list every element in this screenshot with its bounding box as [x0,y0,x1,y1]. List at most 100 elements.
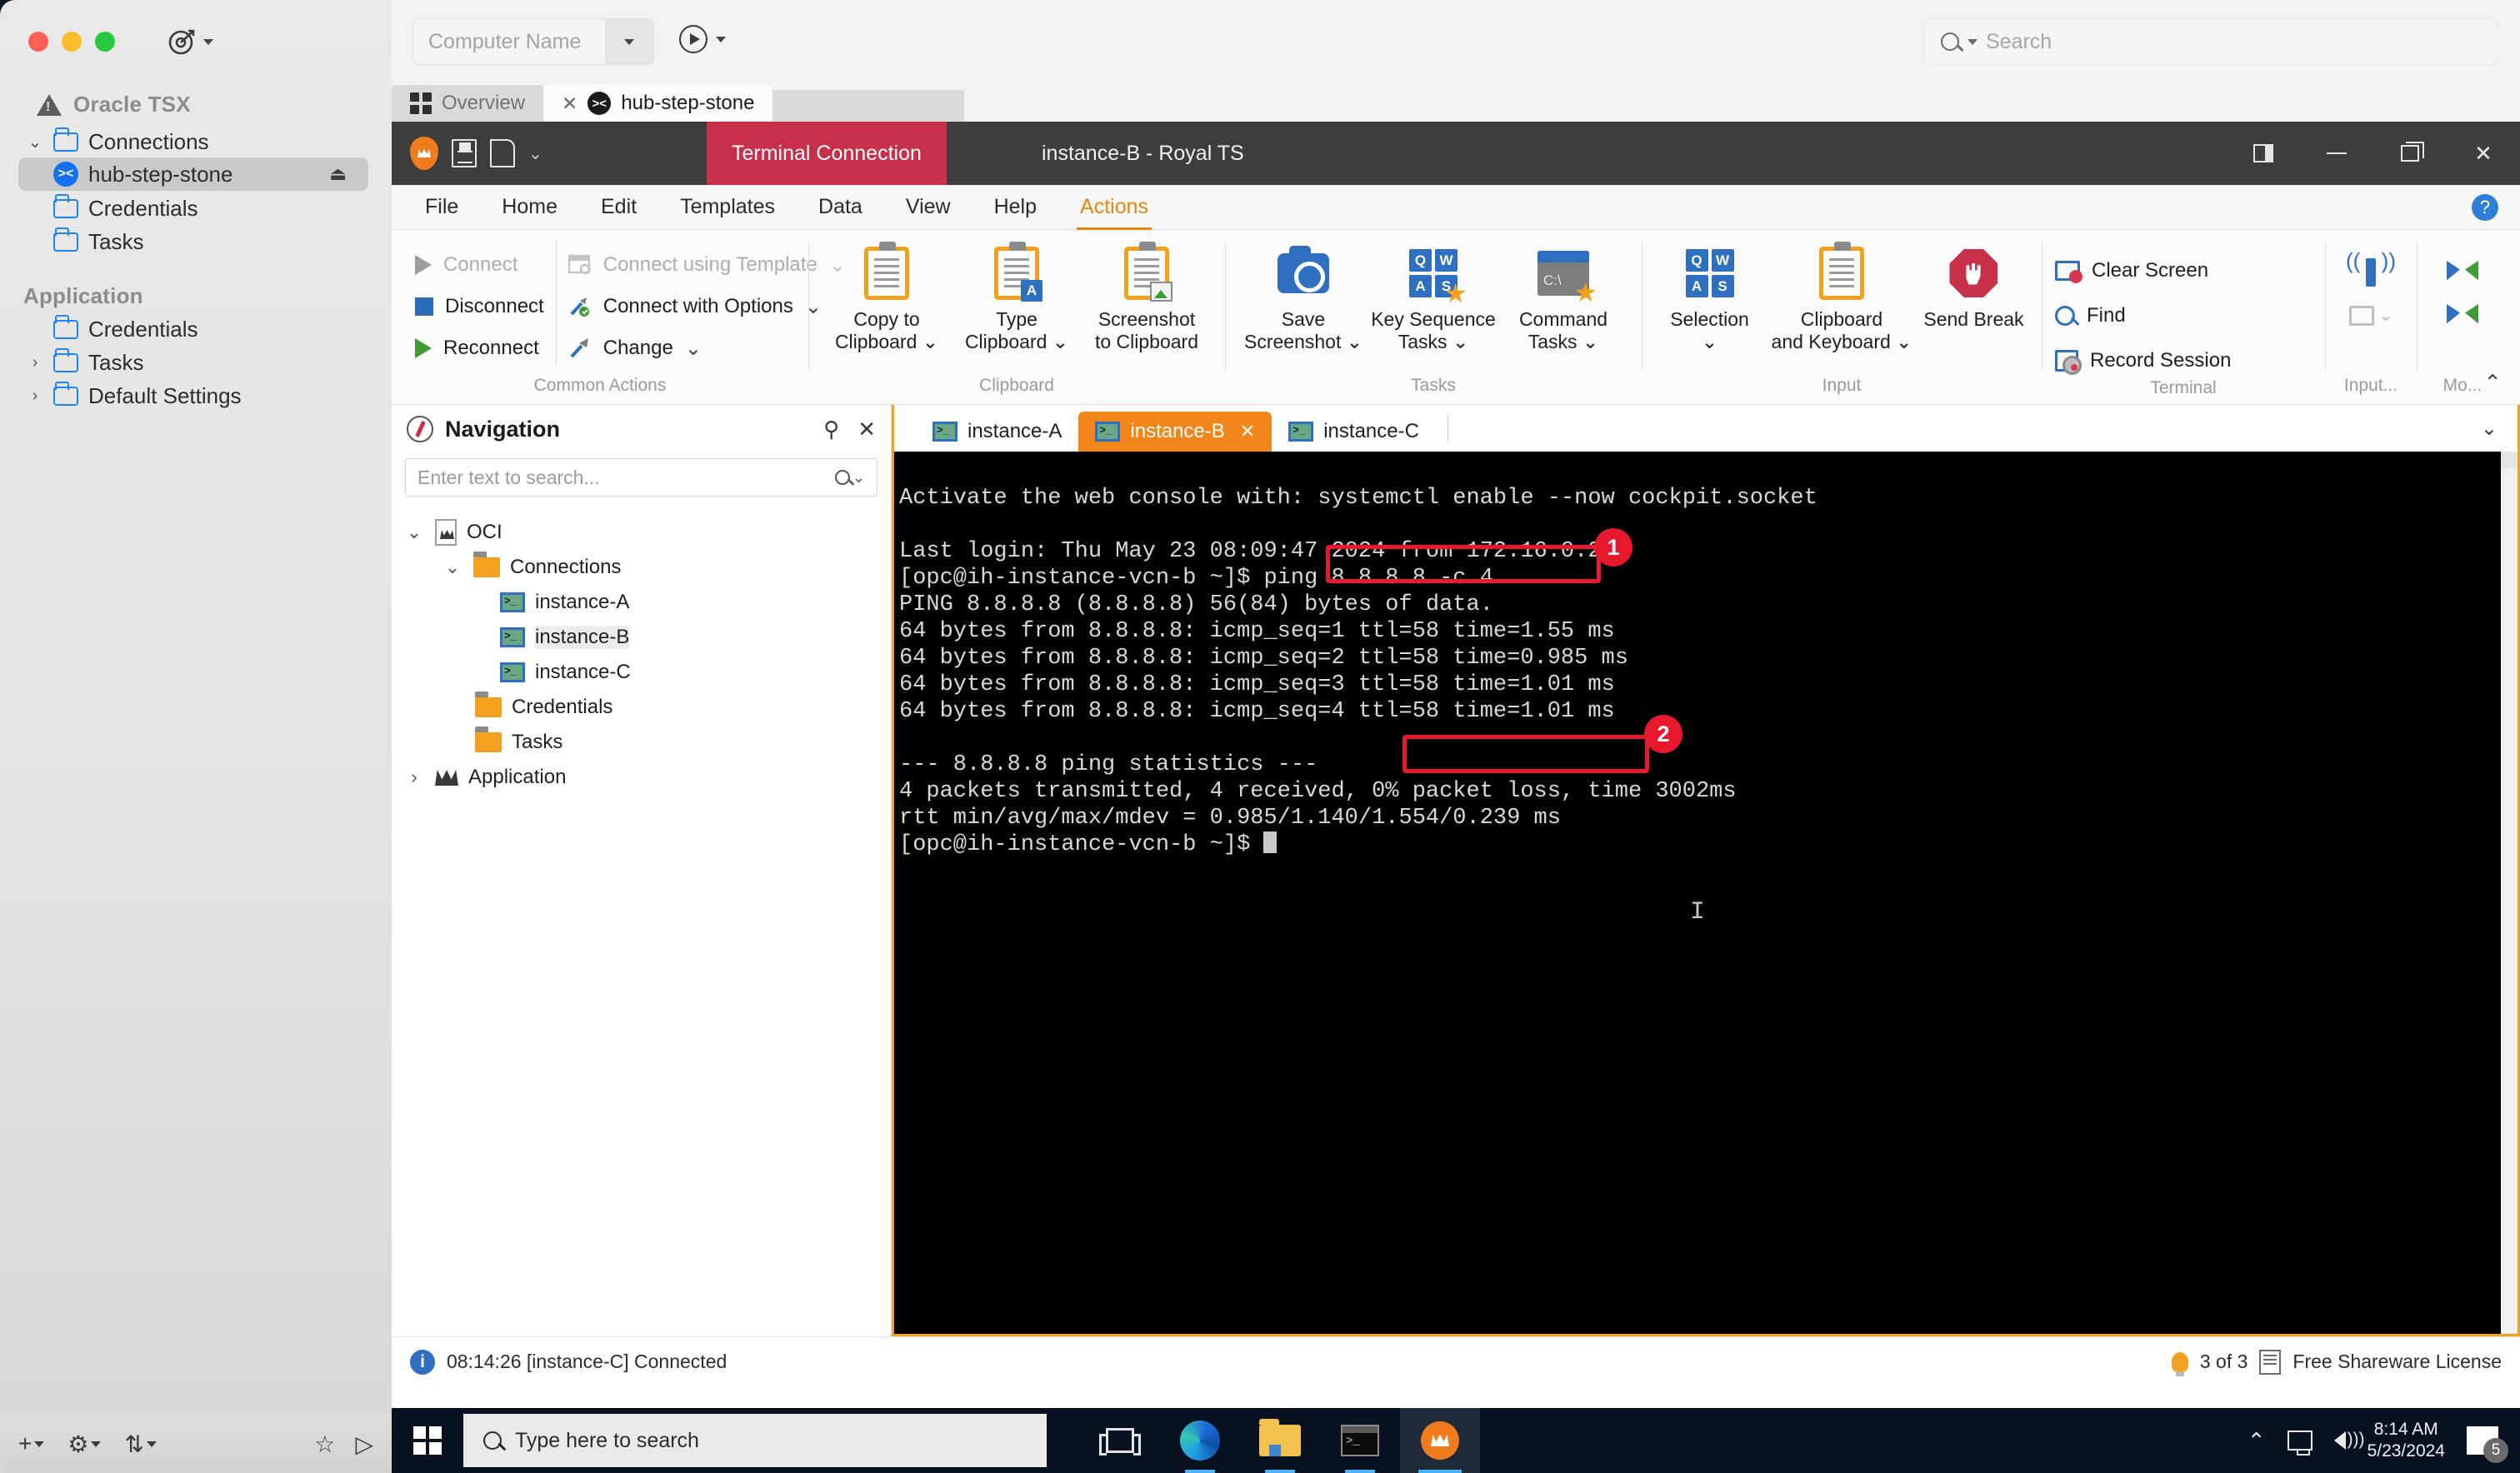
chevron-down-icon[interactable] [716,36,726,42]
taskbar-search-input[interactable]: Type here to search [463,1414,1047,1467]
new-document-icon[interactable] [490,139,515,167]
sidebar-item-hub-step-stone[interactable]: >< hub-step-stone ⏏ [18,157,368,191]
tree-node-instance-a[interactable]: instance-A [392,585,891,620]
sidebar-item-default-settings[interactable]: › Default Settings [18,379,368,412]
save-icon[interactable] [452,139,477,167]
target-menu-button[interactable] [167,27,213,57]
add-button[interactable]: + [18,1431,45,1457]
connect-with-options-button[interactable]: Connect with Options ⌄ [568,290,846,323]
chevron-up-icon[interactable]: ⌃ [2248,1428,2266,1454]
menu-edit[interactable]: Edit [579,185,658,230]
menu-data[interactable]: Data [797,185,884,230]
menu-help[interactable]: Help [972,185,1058,230]
start-button[interactable] [392,1408,463,1473]
tree-node-credentials[interactable]: Credentials [392,690,891,725]
tree-node-application[interactable]: › Application [392,760,891,795]
bowtie-icon[interactable] [2447,258,2478,283]
search-input[interactable]: Search [1923,18,2498,65]
tab-hub-step-stone[interactable]: ✕ >< hub-step-stone [543,85,773,122]
close-button[interactable]: ✕ [2447,122,2520,185]
sidebar-item-app-tasks[interactable]: › Tasks [18,346,368,379]
menu-file[interactable]: File [403,185,480,230]
minimize-window-button[interactable] [62,32,82,52]
taskbar-app-file-explorer[interactable] [1240,1408,1320,1473]
help-icon[interactable]: ? [2472,193,2498,221]
chevron-right-icon[interactable]: › [27,353,43,372]
pin-icon[interactable]: ⚲ [823,417,839,442]
connect-run-button[interactable] [679,25,726,53]
chevron-down-icon[interactable]: ⌄ [528,143,542,164]
type-clipboard-button[interactable]: A Type Clipboard ⌄ [952,240,1082,353]
find-button[interactable]: Find [2055,298,2312,333]
connect-using-template-button[interactable]: Connect using Template ⌄ [568,248,846,282]
taskbar-app-royalts[interactable] [1400,1408,1480,1473]
chevron-down-icon[interactable]: ⌄ [403,522,425,543]
chevron-right-icon[interactable]: › [403,766,425,788]
play-button[interactable]: ▷ [355,1431,373,1458]
selection-button[interactable]: QWAS Selection ⌄ [1653,240,1766,353]
menu-view[interactable]: View [884,185,972,230]
gear-button[interactable]: ⚙ [68,1431,102,1458]
session-tab-instance-a[interactable]: instance-A [916,412,1078,452]
panel-toggle-button[interactable] [2227,122,2300,185]
tree-node-oci[interactable]: ⌄ OCI [392,515,891,550]
terminal-scrollbar[interactable] [2501,452,2518,1334]
favorite-star-button[interactable]: ☆ [314,1431,335,1458]
chevron-down-icon[interactable]: ⌄ [2481,417,2518,441]
restore-button[interactable] [2373,122,2447,185]
maximize-window-button[interactable] [95,32,115,52]
task-view-button[interactable] [1080,1408,1160,1473]
save-screenshot-button[interactable]: Save Screenshot ⌄ [1238,240,1368,353]
close-window-button[interactable] [28,32,48,52]
sidebar-item-app-credentials[interactable]: Credentials [18,312,368,346]
navigation-search-input[interactable]: Enter text to search... ⌄ [405,458,878,497]
scroll-up-arrow[interactable] [2501,452,2518,468]
transfer-button[interactable]: ⇅ [124,1431,157,1458]
notifications-button[interactable]: 5 [2467,1426,2508,1463]
command-tasks-button[interactable]: C:\ ★ Command Tasks ⌄ [1498,240,1628,353]
terminal-output[interactable]: Activate the web console with: systemctl… [894,452,2518,1334]
copy-to-clipboard-button[interactable]: Copy to Clipboard ⌄ [822,240,952,353]
network-icon[interactable] [2287,1431,2312,1456]
clear-screen-button[interactable]: Clear Screen [2055,253,2312,288]
menu-templates[interactable]: Templates [658,185,797,230]
sidebar-item-connections[interactable]: ⌄ Connections [18,125,368,158]
menu-actions[interactable]: Actions [1058,185,1170,230]
close-icon[interactable]: ✕ [562,92,578,115]
send-break-button[interactable]: Send Break [1918,240,2030,331]
reconnect-button[interactable]: Reconnect [415,332,544,365]
change-button[interactable]: Change ⌄ [568,332,846,365]
disconnect-button[interactable]: Disconnect [415,290,544,323]
tree-node-instance-c[interactable]: instance-C [392,655,891,690]
record-session-button[interactable]: Record Session [2055,343,2312,378]
tree-node-instance-b[interactable]: instance-B [392,620,891,655]
chevron-down-icon[interactable]: ⌄ [27,132,43,152]
chevron-right-icon[interactable]: › [27,387,43,406]
taskbar-app-edge[interactable] [1160,1408,1240,1473]
clipboard-and-keyboard-button[interactable]: Clipboard and Keyboard ⌄ [1766,240,1918,353]
taskbar-app-command-prompt[interactable] [1320,1408,1400,1473]
key-sequence-tasks-button[interactable]: Q W A S ★ Key Sequence Tasks ⌄ [1368,240,1498,353]
chevron-down-icon[interactable] [605,19,653,64]
session-tab-instance-c[interactable]: instance-C [1272,412,1436,452]
sidebar-item-credentials[interactable]: Credentials [18,192,368,225]
chevron-down-icon[interactable]: ⌄ [442,557,463,578]
computer-name-combobox[interactable]: Computer Name [412,18,654,65]
session-tab-instance-b[interactable]: instance-B ✕ [1078,412,1272,452]
connect-button[interactable]: Connect [415,248,544,282]
eject-icon[interactable]: ⏏ [329,163,347,185]
screenshot-to-clipboard-button[interactable]: Screenshot to Clipboard [1082,240,1212,353]
tab-overview[interactable]: Overview [392,85,544,122]
collapse-ribbon-button[interactable]: ⌃ [2483,370,2502,396]
close-icon[interactable]: ✕ [858,417,876,442]
minimize-button[interactable] [2300,122,2373,185]
close-icon[interactable]: ✕ [1240,421,1255,442]
tree-node-tasks[interactable]: Tasks [392,725,891,760]
window-traffic-lights[interactable] [28,32,115,52]
monitor-broadcast-icon[interactable] [2348,305,2374,326]
antenna-icon[interactable] [2346,248,2396,287]
bowtie-icon[interactable] [2447,302,2478,327]
volume-icon[interactable] [2333,1430,2365,1450]
sidebar-item-tasks[interactable]: Tasks [18,225,368,258]
taskbar-clock[interactable]: 8:14 AM 5/23/2024 [2368,1419,2445,1463]
